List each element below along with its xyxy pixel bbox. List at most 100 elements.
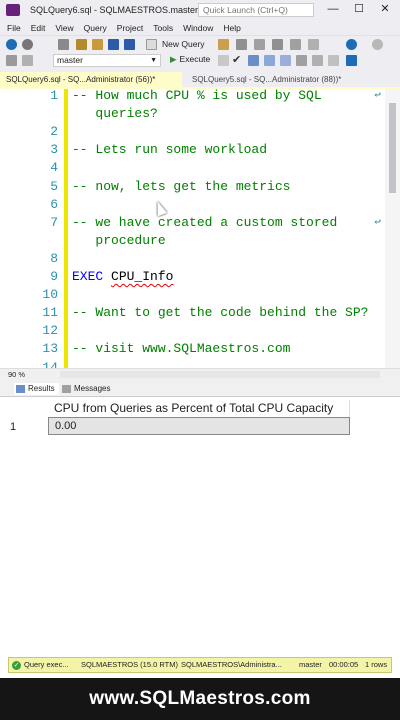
- column-header[interactable]: CPU from Queries as Percent of Total CPU…: [48, 400, 350, 417]
- line-number: 6: [50, 196, 58, 212]
- code-comment: -- Want to get the code behind the SP?: [72, 305, 369, 321]
- menu-edit[interactable]: Edit: [31, 23, 46, 33]
- status-database: master: [299, 660, 322, 669]
- back-icon[interactable]: [6, 39, 17, 50]
- forward-icon[interactable]: [22, 39, 33, 50]
- results-tabstrip: Results Messages: [0, 380, 400, 397]
- line-number: 11: [42, 305, 58, 321]
- code-line[interactable]: 3 -- Lets run some workload: [0, 141, 385, 159]
- scrollbar-thumb[interactable]: [389, 103, 396, 193]
- sql-keyword: EXEC: [72, 269, 104, 284]
- result-cell[interactable]: 0.00: [48, 417, 350, 435]
- menu-query[interactable]: Query: [84, 23, 107, 33]
- code-line[interactable]: 2: [0, 123, 385, 141]
- title-bar: SQLQuery6.sql - SQLMAESTROS.master (SQL.…: [0, 0, 400, 20]
- quick-launch-input[interactable]: [198, 3, 314, 17]
- open-file-icon[interactable]: [76, 39, 87, 50]
- menu-window[interactable]: Window: [183, 23, 213, 33]
- standard-toolbar: New Query: [0, 35, 400, 53]
- undo-icon[interactable]: [346, 39, 357, 50]
- code-line[interactable]: 8: [0, 250, 385, 268]
- mdx-icon[interactable]: [254, 39, 265, 50]
- tab-results-label: Results: [28, 384, 55, 393]
- stop-icon[interactable]: [218, 55, 229, 66]
- chevron-down-icon: ▼: [150, 57, 157, 64]
- database-query-icon[interactable]: [218, 39, 229, 50]
- menu-help[interactable]: Help: [223, 23, 240, 33]
- execute-label: Execute: [179, 54, 211, 64]
- save-icon[interactable]: [108, 39, 119, 50]
- paste-icon[interactable]: [308, 39, 319, 50]
- menu-view[interactable]: View: [55, 23, 73, 33]
- maximize-button[interactable]: ☐: [346, 2, 372, 18]
- estimated-plan-icon[interactable]: [264, 55, 275, 66]
- indent-icon[interactable]: [346, 55, 357, 66]
- save-all-icon[interactable]: [124, 39, 135, 50]
- code-line[interactable]: 4: [0, 159, 385, 177]
- minimize-button[interactable]: —: [320, 2, 346, 18]
- status-elapsed: 00:00:05: [329, 660, 359, 669]
- code-line[interactable]: 6: [0, 196, 385, 214]
- code-line[interactable]: 12: [0, 322, 385, 340]
- tab-sqlquery6[interactable]: SQLQuery6.sql - SQ...Administrator (56))…: [0, 72, 182, 89]
- play-icon: ▶: [170, 54, 177, 64]
- code-comment: -- visit www.SQLMaestros.com: [72, 341, 291, 357]
- close-button[interactable]: ✕: [372, 2, 398, 18]
- menu-bar: File Edit View Query Project Tools Windo…: [0, 20, 400, 35]
- comment-icon[interactable]: [328, 55, 339, 66]
- line-number: 12: [42, 323, 58, 339]
- intellisense-icon[interactable]: [296, 55, 307, 66]
- code-line[interactable]: 9 EXEC CPU_Info: [0, 268, 385, 286]
- zoom-level[interactable]: 90 %: [8, 369, 25, 380]
- code-comment: -- Lets run some workload: [72, 142, 268, 158]
- tab-sqlquery5[interactable]: SQLQuery5.sql - SQ...Administrator (88))…: [186, 72, 362, 89]
- tab-messages[interactable]: Messages: [60, 383, 110, 395]
- menu-file[interactable]: File: [7, 23, 21, 33]
- change-connection-icon[interactable]: [22, 55, 33, 66]
- new-query-button[interactable]: New Query: [162, 39, 205, 49]
- connect-icon[interactable]: [6, 55, 17, 66]
- results-to-icon[interactable]: [312, 55, 323, 66]
- query-options-icon[interactable]: [280, 55, 291, 66]
- procedure-name: CPU_Info: [111, 269, 174, 284]
- line-number: 9: [50, 269, 58, 284]
- redo-icon[interactable]: [372, 39, 383, 50]
- menu-project[interactable]: Project: [117, 23, 143, 33]
- cut-icon[interactable]: [272, 39, 283, 50]
- code-line[interactable]: 1 -- How much CPU % is used by SQL ↩: [0, 89, 385, 105]
- execute-button[interactable]: ▶ Execute: [170, 54, 210, 65]
- debug-icon[interactable]: [248, 55, 259, 66]
- check-icon: ✓: [12, 661, 21, 670]
- menu-tools[interactable]: Tools: [153, 23, 173, 33]
- code-line[interactable]: 7 -- we have created a custom stored ↩: [0, 214, 385, 232]
- horizontal-scrollbar[interactable]: [60, 371, 380, 378]
- code-line[interactable]: procedure: [0, 232, 385, 250]
- code-line[interactable]: 14: [0, 359, 385, 369]
- code-line[interactable]: 13 -- visit www.SQLMaestros.com: [0, 340, 385, 358]
- code-comment: -- How much CPU % is used by SQL: [72, 89, 322, 103]
- vertical-scrollbar[interactable]: [385, 89, 400, 368]
- copy-icon[interactable]: [290, 39, 301, 50]
- code-line[interactable]: 11 -- Want to get the code behind the SP?: [0, 304, 385, 322]
- query-editor[interactable]: 1 -- How much CPU % is used by SQL ↩ queri…: [0, 89, 400, 368]
- word-wrap-icon: ↩: [374, 90, 381, 102]
- folder-icon[interactable]: [92, 39, 103, 50]
- line-number: 7: [50, 214, 58, 230]
- row-number[interactable]: 1: [10, 419, 48, 436]
- results-grid: CPU from Queries as Percent of Total CPU…: [0, 397, 400, 656]
- code-line[interactable]: 10: [0, 286, 385, 304]
- database-select[interactable]: master ▼: [53, 54, 161, 67]
- parse-check-icon[interactable]: ✔: [232, 55, 243, 66]
- ssms-window: SQLQuery6.sql - SQLMAESTROS.master (SQL.…: [0, 0, 400, 720]
- ssms-logo-icon: [6, 4, 20, 16]
- line-number: 2: [50, 124, 58, 140]
- analysis-icon[interactable]: [236, 39, 247, 50]
- new-project-icon[interactable]: [58, 39, 69, 50]
- document-tabs: SQLQuery6.sql - SQ...Administrator (56))…: [0, 69, 400, 89]
- tab-results[interactable]: Results: [14, 383, 59, 395]
- database-select-value: master: [57, 55, 83, 65]
- code-line[interactable]: queries?: [0, 105, 385, 123]
- code-line[interactable]: 5 -- now, lets get the metrics: [0, 178, 385, 196]
- code-comment: queries?: [72, 106, 158, 122]
- new-query-icon[interactable]: [146, 39, 157, 50]
